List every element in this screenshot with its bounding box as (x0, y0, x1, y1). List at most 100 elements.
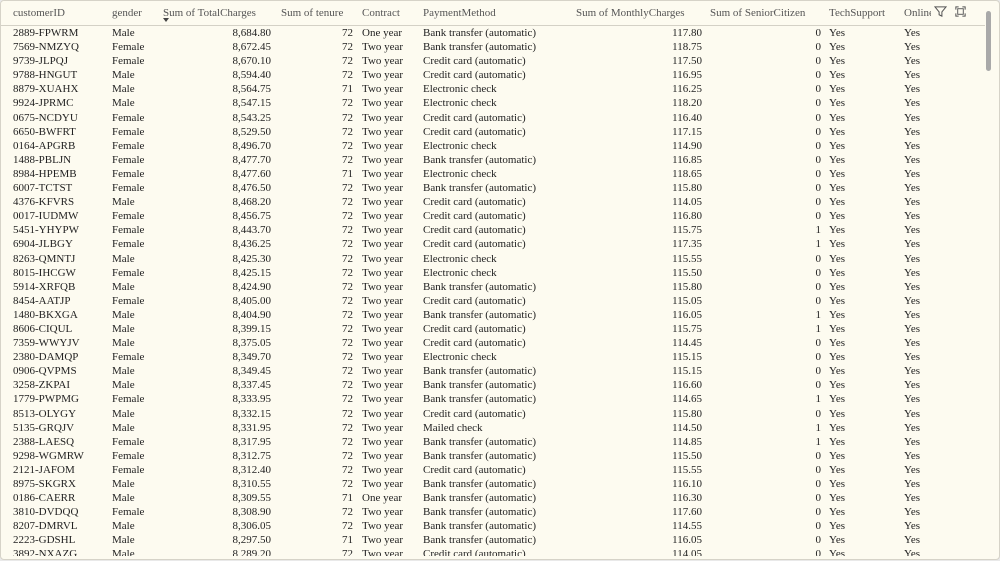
table-row[interactable]: 2121-JAFOM Female 8,312.40 72 Two year Credit… (1, 463, 985, 477)
table-row[interactable]: 7359-WWYJV Male 8,375.05 72 Two year Credit c… (1, 336, 985, 350)
cell-gender: Female (112, 111, 145, 124)
cell-online: Yes (904, 266, 921, 279)
cell-total-charges: 8,349.70 (232, 351, 272, 364)
cell-tenure: 71 (342, 492, 353, 505)
cell-customer-id: 0186-CAERR (13, 492, 76, 505)
cell-customer-id: 3892-NXAZG (13, 548, 78, 556)
column-header-total-charges[interactable]: Sum of TotalCharges (163, 7, 256, 19)
table-row[interactable]: 5914-XRFQB Male 8,424.90 72 Two year Bank tra… (1, 280, 985, 294)
cell-payment-method: Bank transfer (automatic) (423, 153, 537, 166)
table-row[interactable]: 4376-KFVRS Male 8,468.20 72 Two year Credit c… (1, 195, 985, 209)
table-row[interactable]: 8015-IHCGW Female 8,425.15 72 Two year Electr… (1, 266, 985, 280)
table-body: 2889-FPWRM Male 8,684.80 72 One year Bank tra… (1, 26, 985, 556)
cell-payment-method: Credit card (automatic) (423, 294, 526, 307)
table-row[interactable]: 9298-WGMRW Female 8,312.75 72 Two year Bank t… (1, 449, 985, 463)
cell-online: Yes (904, 55, 921, 68)
table-row[interactable]: 8207-DMRVL Male 8,306.05 72 Two year Bank tra… (1, 519, 985, 533)
cell-customer-id: 5914-XRFQB (13, 280, 76, 293)
table-row[interactable]: 0164-APGRB Female 8,496.70 72 Two year Electr… (1, 139, 985, 153)
cell-tech-support: Yes (829, 520, 846, 533)
table-row[interactable]: 6650-BWFRT Female 8,529.50 72 Two year Credit… (1, 125, 985, 139)
cell-tech-support: Yes (829, 125, 846, 138)
column-header-tech-support[interactable]: TechSupport (829, 7, 885, 19)
table-row[interactable]: 8454-AATJP Female 8,405.00 72 Two year Credit… (1, 294, 985, 308)
table-row[interactable]: 0017-IUDMW Female 8,456.75 72 Two year Credit… (1, 209, 985, 223)
table-row[interactable]: 0675-NCDYU Female 8,543.25 72 Two year Credit… (1, 111, 985, 125)
cell-senior-citizen: 1 (815, 308, 822, 321)
cell-tech-support: Yes (829, 41, 846, 54)
cell-gender: Female (112, 139, 145, 152)
table-row[interactable]: 8606-CIQUL Male 8,399.15 72 Two year Credit c… (1, 322, 985, 336)
filter-icon[interactable] (933, 4, 947, 18)
column-header-contract[interactable]: Contract (362, 7, 400, 19)
scrollbar-thumb[interactable] (986, 11, 991, 71)
table-row[interactable]: 2223-GDSHL Male 8,297.50 71 Two year Bank tra… (1, 533, 985, 547)
cell-tech-support: Yes (829, 365, 846, 378)
cell-tech-support: Yes (829, 196, 846, 209)
table-row[interactable]: 3810-DVDQQ Female 8,308.90 72 Two year Bank t… (1, 505, 985, 519)
cell-total-charges: 8,456.75 (232, 210, 272, 223)
column-header-gender[interactable]: gender (112, 7, 142, 19)
column-header-monthly-charges[interactable]: Sum of MonthlyCharges (576, 7, 685, 19)
column-header-customerid[interactable]: customerID (13, 7, 65, 19)
cell-payment-method: Electronic check (423, 83, 497, 96)
cell-tech-support: Yes (829, 167, 846, 180)
column-header-payment-method[interactable]: PaymentMethod (423, 7, 496, 19)
table-row[interactable]: 0186-CAERR Male 8,309.55 71 One year Bank tra… (1, 491, 985, 505)
cell-monthly-charges: 118.65 (672, 167, 702, 180)
cell-tech-support: Yes (829, 322, 846, 335)
table-row[interactable]: 2380-DAMQP Female 8,349.70 72 Two year Electr… (1, 350, 985, 364)
table-row[interactable]: 1480-BKXGA Male 8,404.90 72 Two year Bank tra… (1, 308, 985, 322)
table-row[interactable]: 9924-JPRMC Male 8,547.15 72 Two year Electron… (1, 96, 985, 110)
cell-payment-method: Bank transfer (automatic) (423, 506, 537, 519)
table-row[interactable]: 8984-HPEMB Female 8,477.60 71 Two year Electr… (1, 167, 985, 181)
cell-total-charges: 8,306.05 (232, 520, 272, 533)
cell-gender: Male (112, 252, 135, 265)
cell-tenure: 72 (342, 506, 353, 519)
cell-tech-support: Yes (829, 111, 846, 124)
table-row[interactable]: 0906-QVPMS Male 8,349.45 72 Two year Bank tra… (1, 364, 985, 378)
table-row[interactable]: 3258-ZKPAI Male 8,337.45 72 Two year Bank tra… (1, 378, 985, 392)
table-row[interactable]: 8879-XUAHX Male 8,564.75 71 Two year Electron… (1, 82, 985, 96)
cell-contract: Two year (362, 478, 404, 490)
table-row[interactable]: 8263-QMNTJ Male 8,425.30 72 Two year Electron… (1, 252, 985, 266)
cell-online: Yes (904, 421, 921, 434)
table-row[interactable]: 1488-PBLJN Female 8,477.70 72 Two year Bank t… (1, 153, 985, 167)
table-row[interactable]: 3892-NXAZG Male 8,289.20 72 Two year Credit c… (1, 547, 985, 556)
focus-mode-icon[interactable] (953, 4, 967, 18)
cell-gender: Male (112, 379, 135, 392)
table-row[interactable]: 5451-YHYPW Female 8,443.70 72 Two year Credit… (1, 223, 985, 237)
cell-payment-method: Bank transfer (automatic) (423, 435, 537, 448)
cell-total-charges: 8,564.75 (232, 83, 272, 96)
table-row[interactable]: 8513-OLYGY Male 8,332.15 72 Two year Credit c… (1, 407, 985, 421)
cell-gender: Female (112, 224, 145, 237)
cell-gender: Male (112, 280, 135, 293)
cell-monthly-charges: 116.40 (672, 111, 702, 124)
vertical-scrollbar[interactable] (985, 11, 993, 557)
cell-online: Yes (904, 97, 921, 110)
table-row[interactable]: 6007-TCTST Female 8,476.50 72 Two year Bank t… (1, 181, 985, 195)
cell-contract: Two year (362, 266, 404, 279)
table-row[interactable]: 9788-HNGUT Male 8,594.40 72 Two year Credit c… (1, 68, 985, 82)
cell-monthly-charges: 115.55 (672, 463, 702, 476)
table-row[interactable]: 9739-JLPQJ Female 8,670.10 72 Two year Credit… (1, 54, 985, 68)
table-row[interactable]: 1779-PWPMG Female 8,333.95 72 Two year Bank t… (1, 392, 985, 406)
column-header-tenure[interactable]: Sum of tenure (281, 7, 343, 19)
cell-tenure: 72 (342, 182, 353, 195)
cell-contract: Two year (362, 153, 404, 166)
cell-customer-id: 3810-DVDQQ (13, 506, 79, 519)
cell-tenure: 72 (342, 365, 353, 378)
table-row[interactable]: 7569-NMZYQ Female 8,672.45 72 Two year Bank t… (1, 40, 985, 54)
table-row[interactable]: 2889-FPWRM Male 8,684.80 72 One year Bank tra… (1, 26, 985, 40)
cell-payment-method: Credit card (automatic) (423, 238, 526, 251)
cell-contract: Two year (362, 55, 404, 68)
table-row[interactable]: 8975-SKGRX Male 8,310.55 72 Two year Bank tra… (1, 477, 985, 491)
table-row[interactable]: 6904-JLBGY Female 8,436.25 72 Two year Credit… (1, 237, 985, 251)
cell-online: Yes (904, 506, 921, 519)
cell-customer-id: 7359-WWYJV (13, 337, 80, 350)
column-header-senior-citizen[interactable]: Sum of SeniorCitizen (710, 7, 805, 19)
cell-tech-support: Yes (829, 280, 846, 293)
table-row[interactable]: 2388-LAESQ Female 8,317.95 72 Two year Bank t… (1, 435, 985, 449)
table-row[interactable]: 5135-GRQJV Male 8,331.95 72 Two year Mailed c… (1, 421, 985, 435)
column-header-online[interactable]: Online (904, 7, 934, 19)
